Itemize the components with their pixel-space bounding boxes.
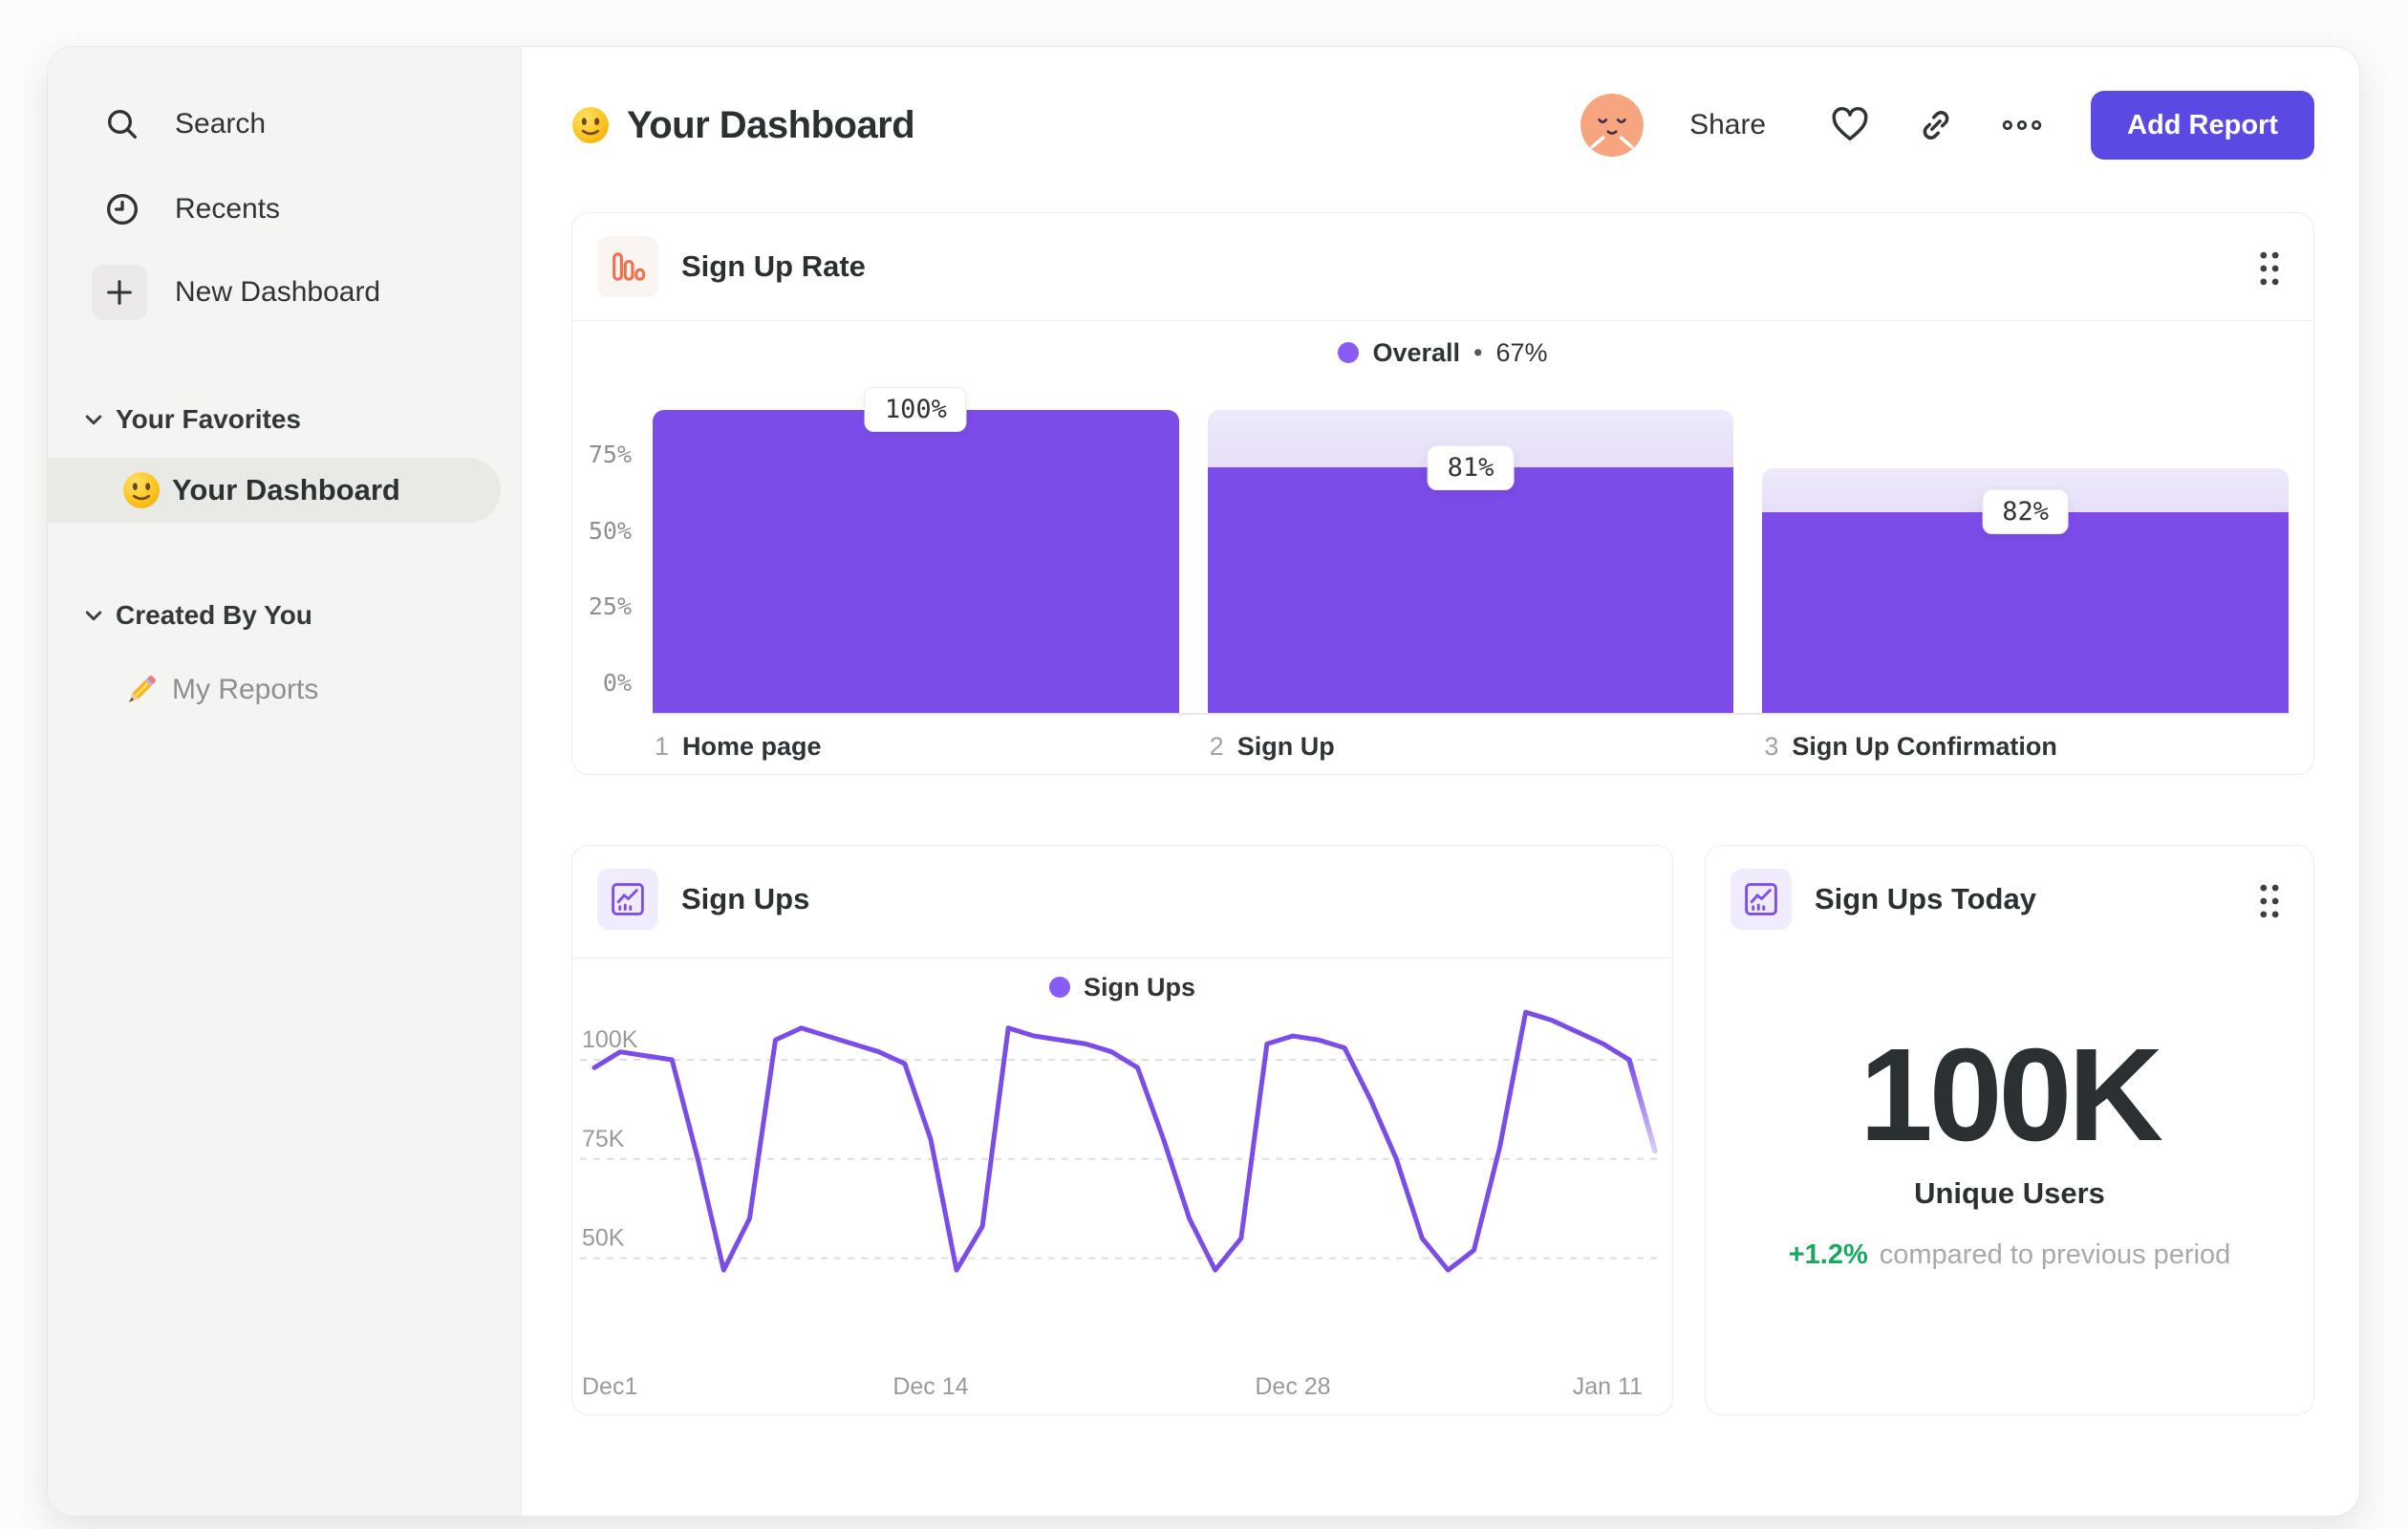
line-x-tick-label: Dec 28 <box>1255 1373 1331 1400</box>
avatar[interactable] <box>1580 94 1645 157</box>
delta-note: compared to previous period <box>1879 1239 2231 1270</box>
funnel-step-column[interactable]: 100% 1 Home page <box>653 387 1179 761</box>
app-window: Search Recents New Dashboard Your Favori… <box>47 46 2360 1517</box>
funnel-value-chip: 81% <box>1427 444 1515 490</box>
card-header: Sign Ups <box>572 846 1672 953</box>
sign-ups-series-line <box>591 1009 1658 1273</box>
funnel-value-chip: 82% <box>1982 489 2070 535</box>
line-x-tick-label: Dec1 <box>582 1373 638 1400</box>
chevron-down-icon <box>82 408 105 431</box>
clock-icon <box>92 179 153 240</box>
sidebar-item-label: Search <box>175 108 267 140</box>
sidebar-item-my-reports[interactable]: My Reports <box>48 659 521 721</box>
funnel-value-chip: 100% <box>864 387 967 432</box>
funnel-step-label: 1 Home page <box>655 732 822 761</box>
sidebar-item-new-dashboard[interactable]: New Dashboard <box>48 258 521 327</box>
funnel-y-tick-label: 25% <box>588 592 632 621</box>
metric-delta: +1.2% compared to previous period <box>1706 1239 2313 1271</box>
smiley-emoji-icon <box>571 106 610 144</box>
card-title: Sign Up Rate <box>681 249 866 283</box>
funnel-step-label: 3 Sign Up Confirmation <box>1764 732 2057 761</box>
card-sign-ups-today: Sign Ups Today 100K Unique Users +1.2% co… <box>1705 845 2314 1415</box>
sidebar-item-label: Your Dashboard <box>172 473 400 506</box>
legend-value: 67% <box>1495 337 1548 367</box>
screen: Search Recents New Dashboard Your Favori… <box>0 0 2408 1529</box>
card-header: Sign Ups Today <box>1706 846 2313 953</box>
drag-handle-icon[interactable] <box>2250 880 2289 922</box>
funnel-chart-icon <box>597 236 658 297</box>
funnel-bar-converted <box>653 410 1179 713</box>
funnel-step-column[interactable]: 82% 3 Sign Up Confirmation <box>1762 410 2290 761</box>
funnel-y-tick-label: 0% <box>602 669 632 697</box>
line-chart-icon <box>597 869 658 930</box>
search-icon <box>92 94 153 155</box>
legend-label: Overall <box>1372 337 1461 367</box>
card-title: Sign Ups Today <box>1815 882 2036 915</box>
more-options-icon[interactable] <box>1991 95 2053 156</box>
main-content: Your Dashboard Share Add Report Sign Up … <box>522 47 2359 1516</box>
funnel-bar-converted <box>1762 511 2290 713</box>
copy-link-icon[interactable] <box>1905 95 1967 156</box>
smiley-emoji-icon <box>122 471 161 509</box>
sign-ups-line-chart[interactable]: 100K 75K 50K <box>580 996 1663 1349</box>
sign-ups-series-fade-end <box>1626 1057 1658 1154</box>
sidebar-section-created-by-you[interactable]: Created By You <box>48 589 521 642</box>
card-sign-up-rate: Sign Up Rate Overall • 67% 75% 50% 25% 0… <box>571 212 2314 775</box>
card-header: Sign Up Rate <box>572 213 2313 320</box>
funnel-bar-converted <box>1207 467 1734 713</box>
page-title: Your Dashboard <box>627 103 915 146</box>
sidebar-item-label: New Dashboard <box>175 276 381 308</box>
pencil-emoji-icon <box>122 671 161 709</box>
line-x-tick-label: Jan 11 <box>1572 1373 1643 1400</box>
funnel-y-tick-label: 50% <box>588 516 632 545</box>
line-y-tick-label: 75K <box>582 1126 625 1152</box>
share-button[interactable]: Share <box>1689 109 1766 141</box>
sidebar-item-label: My Reports <box>172 674 319 705</box>
line-y-tick-label: 50K <box>582 1225 625 1252</box>
legend-separator: • <box>1473 337 1483 367</box>
sidebar-item-recents[interactable]: Recents <box>48 175 521 244</box>
favorite-heart-icon[interactable] <box>1819 95 1881 156</box>
funnel-y-tick-label: 75% <box>588 440 632 468</box>
legend-dot <box>1338 342 1360 363</box>
plus-icon <box>89 262 150 323</box>
funnel-y-axis: 75% 50% 25% 0% <box>588 410 632 715</box>
funnel-step-label: 2 Sign Up <box>1209 732 1335 761</box>
funnel-chart: 100% 1 Home page 81% 2 Sign Up 82% 3 Sign Up Con… <box>653 387 2290 761</box>
section-title: Created By You <box>116 600 312 630</box>
funnel-bar[interactable] <box>653 410 1179 713</box>
page-header: Your Dashboard Share Add Report <box>571 85 2314 165</box>
line-x-tick-label: Dec 14 <box>892 1373 969 1400</box>
metric-value: 100K <box>1860 1022 2163 1169</box>
funnel-legend: Overall • 67% <box>572 326 2313 379</box>
sidebar-section-favorites[interactable]: Your Favorites <box>48 393 521 446</box>
sidebar-item-search[interactable]: Search <box>48 90 521 159</box>
sidebar-item-label: Recents <box>175 193 281 225</box>
header-actions: Share Add Report <box>1580 91 2314 160</box>
sidebar-item-your-dashboard[interactable]: Your Dashboard <box>48 458 501 523</box>
sidebar: Search Recents New Dashboard Your Favori… <box>48 47 522 1516</box>
metric-label: Unique Users <box>1914 1176 2105 1210</box>
legend-dot <box>1048 977 1070 998</box>
card-title: Sign Ups <box>681 882 810 915</box>
delta-value: +1.2% <box>1788 1239 1868 1270</box>
line-y-tick-label: 100K <box>582 1026 638 1053</box>
line-chart-icon <box>1731 869 1792 930</box>
add-report-button[interactable]: Add Report <box>2091 91 2314 160</box>
drag-handle-icon[interactable] <box>2250 248 2289 290</box>
chevron-down-icon <box>82 604 105 627</box>
divider <box>572 320 2313 321</box>
funnel-step-column[interactable]: 81% 2 Sign Up <box>1207 410 1734 761</box>
section-title: Your Favorites <box>116 404 301 434</box>
card-sign-ups: Sign Ups Sign Ups 100K 75K 50K Dec1 Dec 14 D… <box>571 845 1673 1415</box>
